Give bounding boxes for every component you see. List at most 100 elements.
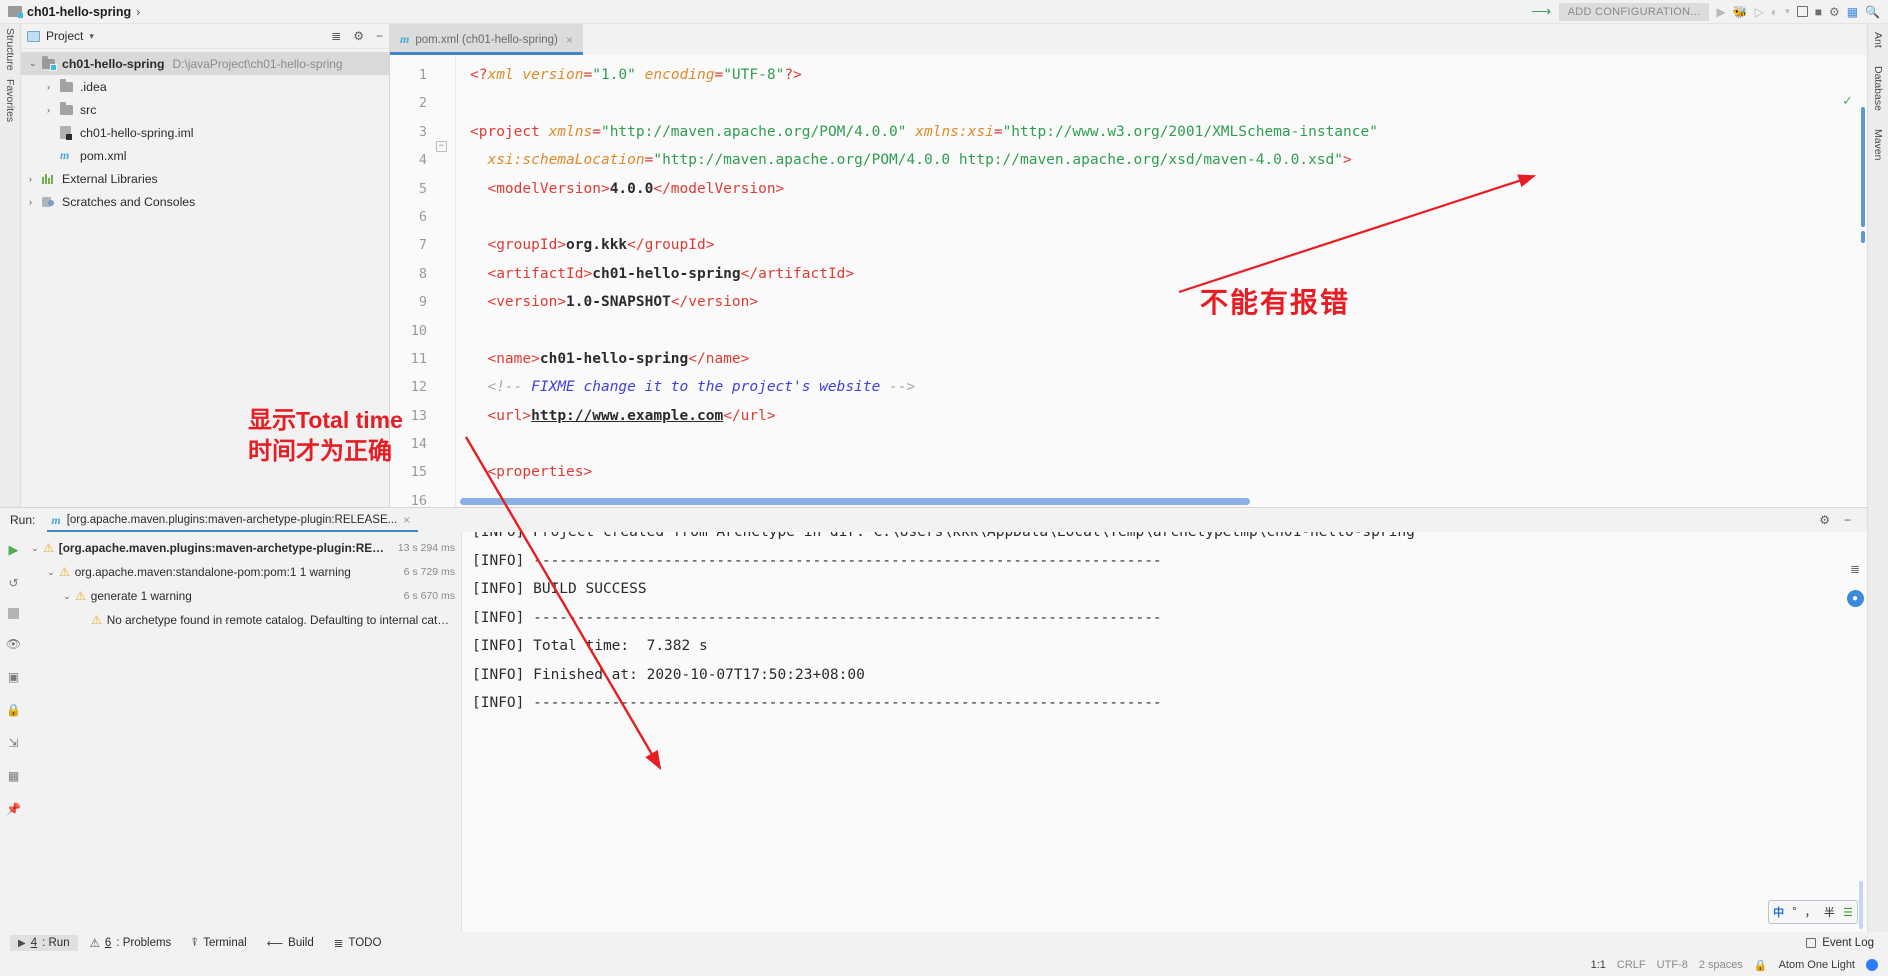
layout-icon[interactable]: ▦ (6, 768, 22, 784)
hammer-icon[interactable]: ⟵ (1531, 3, 1551, 20)
expand-arrow-icon[interactable]: ⌄ (27, 543, 43, 554)
run-tab[interactable]: m [org.apache.maven.plugins:maven-archet… (47, 508, 419, 532)
console-output[interactable]: [INFO] Project created from Archetype in… (461, 532, 1867, 955)
tree-item-external-libraries[interactable]: › External Libraries (21, 167, 389, 190)
sidebar-item-maven[interactable]: Maven (1872, 125, 1884, 165)
expand-arrow-icon[interactable]: ⌄ (59, 591, 75, 602)
layout-icon[interactable]: ≣ (1850, 562, 1860, 576)
build-tree-row[interactable]: ⌄ ⚠ generate 1 warning 6 s 670 ms (27, 584, 461, 608)
lock-icon[interactable]: 🔒 (1754, 959, 1768, 972)
run-coverage-icon[interactable]: ▷ (1755, 5, 1764, 19)
sidebar-item-structure[interactable]: Structure (4, 24, 16, 75)
sidebar-item-favorites[interactable]: Favorites (4, 75, 16, 126)
code-fold-icon[interactable]: − (436, 141, 447, 152)
rerun-icon[interactable]: ▶ (6, 542, 22, 558)
editor-horizontal-scrollbar[interactable] (460, 498, 1250, 505)
indent-setting[interactable]: 2 spaces (1699, 959, 1743, 971)
export-icon[interactable]: ⇲ (6, 735, 22, 751)
build-tree: ⌄ ⚠ [org.apache.maven.plugins:maven-arch… (27, 532, 461, 955)
close-icon[interactable]: × (403, 513, 410, 527)
lock-icon[interactable]: 🔒 (6, 702, 22, 718)
collapse-all-icon[interactable]: ≣ (331, 29, 341, 43)
caret-position[interactable]: 1:1 (1591, 959, 1606, 971)
ime-mode[interactable]: 中 (1773, 904, 1784, 920)
module-folder-icon (42, 55, 59, 71)
tree-item-scratches-and-consoles[interactable]: › Scratches and Consoles (21, 190, 389, 213)
ime-toolbox-icon[interactable]: ☰ (1843, 906, 1853, 919)
sidebar-item-ant[interactable]: Ant (1872, 28, 1884, 52)
tool-button-terminal[interactable]: ⍒ Terminal (183, 935, 254, 952)
code-token: <properties> (487, 464, 593, 481)
gear-icon[interactable]: ⚙ (1819, 513, 1830, 527)
gear-icon[interactable]: ⚙ (353, 29, 364, 43)
tree-item-src[interactable]: › src (21, 98, 389, 121)
breadcrumb-project-name[interactable]: ch01-hello-spring (27, 5, 131, 19)
console-vertical-scrollbar[interactable] (1859, 881, 1863, 929)
status-indicator[interactable] (1866, 959, 1878, 971)
chevron-down-icon[interactable]: ▾ (1785, 6, 1790, 17)
expand-arrow-icon[interactable]: › (29, 197, 42, 207)
hide-icon[interactable]: − (376, 29, 383, 43)
search-icon[interactable]: 🔍 (1865, 5, 1880, 19)
tool-button-run[interactable]: ▶ 4 : Run (10, 935, 78, 951)
debug-icon[interactable]: 🐝 (1733, 5, 1748, 19)
hide-icon[interactable]: − (1844, 513, 1851, 527)
maven-file-icon: m (400, 32, 410, 46)
sidebar-item-database[interactable]: Database (1872, 62, 1884, 115)
avatar[interactable]: ● (1846, 590, 1864, 607)
add-configuration-button[interactable]: ADD CONFIGURATION... (1558, 2, 1710, 21)
expand-arrow-icon[interactable]: › (47, 82, 60, 92)
run-icon[interactable]: ▶ (1716, 5, 1725, 19)
chevron-down-icon[interactable]: ▾ (89, 31, 94, 42)
code-editor[interactable]: 1 2 3 4 5 6 7 8 9 10 11 12 13 14 15 16 −… (390, 55, 1867, 521)
expand-arrow-icon[interactable]: ⌄ (29, 58, 42, 69)
build-tree-row[interactable]: ⌄ ⚠ [org.apache.maven.plugins:maven-arch… (27, 536, 461, 560)
line-separator[interactable]: CRLF (1617, 959, 1646, 971)
project-panel-title[interactable]: Project (46, 29, 83, 43)
code-line: <properties> (470, 458, 1867, 486)
file-encoding[interactable]: UTF-8 (1657, 959, 1688, 971)
tool-button-todo[interactable]: ≣ TODO (326, 934, 390, 952)
build-tree-row[interactable]: ⌄ ⚠ org.apache.maven:standalone-pom:pom:… (27, 560, 461, 584)
camera-icon[interactable]: ▣ (6, 669, 22, 685)
inspection-ok-icon[interactable]: ✓ (1842, 93, 1853, 109)
code-token: = (993, 123, 1003, 140)
expand-arrow-icon[interactable]: › (47, 105, 60, 115)
code-line: <groupId>org.kkk</groupId> (470, 231, 1867, 259)
profiler-icon[interactable]: ◐ (1771, 5, 1778, 19)
project-icon (27, 30, 40, 42)
tree-item-idea[interactable]: › .idea (21, 75, 389, 98)
breadcrumb[interactable]: ch01-hello-spring › (0, 5, 140, 19)
stop-icon[interactable] (8, 608, 19, 619)
tool-button-build[interactable]: ⟵ Build (259, 934, 322, 952)
build-tree-row[interactable]: ⚠ No archetype found in remote catalog. … (27, 608, 461, 632)
stop-icon[interactable] (1796, 6, 1808, 17)
tree-item-iml[interactable]: › ch01-hello-spring.iml (21, 121, 389, 144)
tool-button-problems[interactable]: ⚠ 6 : Problems (82, 934, 180, 952)
expand-arrow-icon[interactable]: ⌄ (43, 567, 59, 578)
theme-label[interactable]: Atom One Light (1779, 959, 1855, 971)
build-tree-label: [org.apache.maven.plugins:maven-archetyp… (58, 541, 390, 555)
ime-half-width[interactable]: 半 (1824, 904, 1835, 920)
code-token: = (592, 123, 601, 140)
tab-pom-xml[interactable]: m pom.xml (ch01-hello-spring) × (390, 24, 583, 55)
close-icon[interactable]: × (566, 33, 573, 47)
tree-item-ch01-hello-spring[interactable]: ⌄ ch01-hello-spring D:\javaProject\ch01-… (21, 52, 389, 75)
editor-marker-stripe[interactable] (1861, 107, 1865, 227)
eye-icon[interactable]: 👁 (6, 636, 22, 652)
settings-icon[interactable]: ⚙ (1829, 5, 1840, 19)
tree-item-pom-xml[interactable]: › m pom.xml (21, 144, 389, 167)
event-log-button[interactable]: Event Log (1806, 937, 1888, 949)
line-number: 15 (410, 464, 427, 481)
code-content[interactable]: <?xml version="1.0" encoding="UTF-8"?> <… (456, 55, 1867, 507)
bottom-tool-bar: ▶ 4 : Run ⚠ 6 : Problems ⍒ Terminal ⟵ Bu… (0, 932, 1888, 954)
ime-widget[interactable]: 中 ° ， 半 ☰ (1768, 900, 1858, 924)
rerun-failed-icon[interactable]: ↺ (6, 575, 22, 591)
code-token: "http://www.w3.org/2001/XMLSchema-instan… (1002, 123, 1378, 140)
editor-marker-stripe[interactable] (1861, 231, 1865, 243)
expand-arrow-icon[interactable]: › (29, 174, 42, 184)
search-everywhere-icon[interactable]: ■ (1815, 5, 1822, 19)
pin-icon[interactable]: 📌 (6, 801, 22, 817)
vcs-icon[interactable]: ▦ (1847, 5, 1858, 19)
run-tool-window: Run: m [org.apache.maven.plugins:maven-a… (0, 507, 1867, 955)
